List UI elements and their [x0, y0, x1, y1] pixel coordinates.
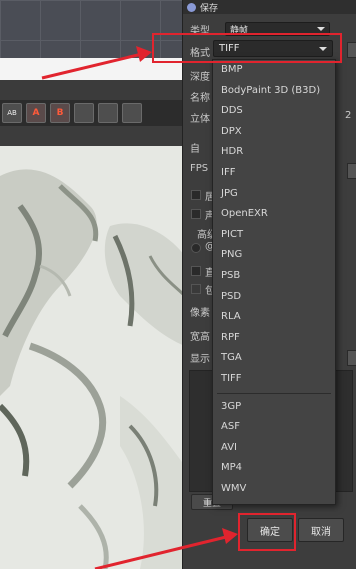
- annotation-arrows: [41, 46, 238, 569]
